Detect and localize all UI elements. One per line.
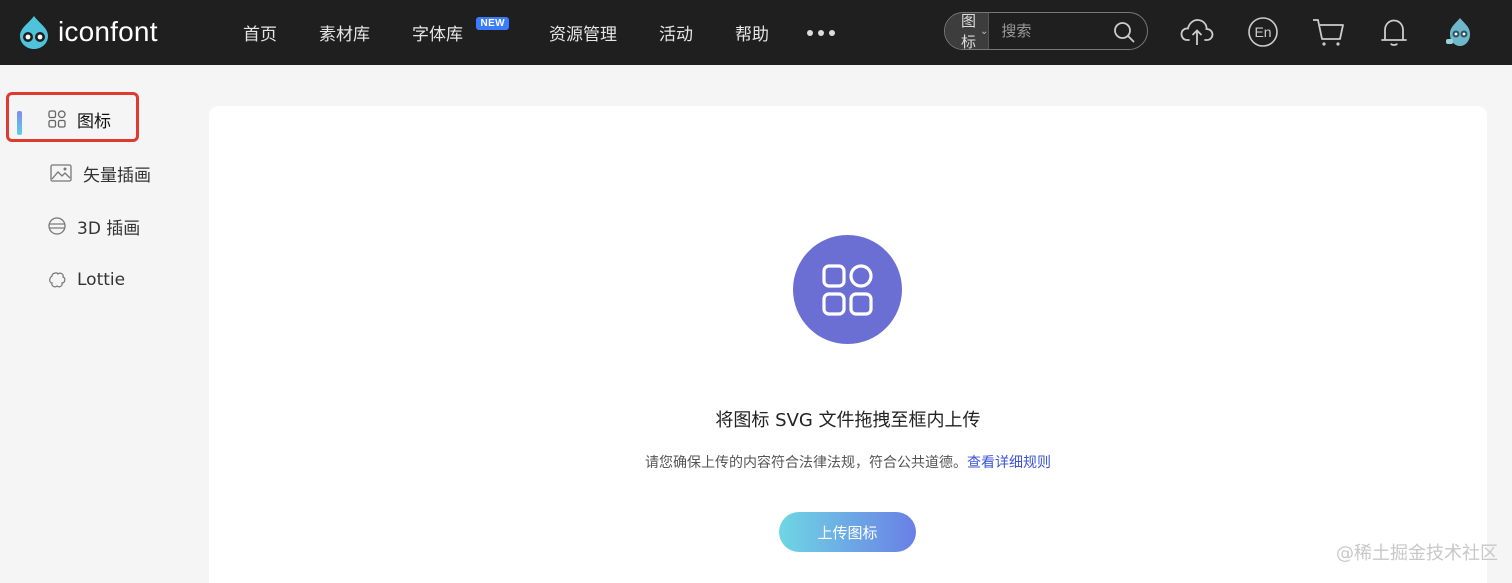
nav-resources[interactable]: 资源管理 xyxy=(549,20,617,45)
nav-fonts[interactable]: 字体库 NEW xyxy=(412,17,509,45)
grid-icon xyxy=(793,235,902,344)
nav-home[interactable]: 首页 xyxy=(243,20,277,45)
image-icon xyxy=(49,163,73,183)
bell-icon[interactable] xyxy=(1376,14,1412,50)
logo-icon xyxy=(20,16,48,49)
watermark: @稀土掘金技术社区 xyxy=(1336,543,1498,564)
more-dots-icon[interactable] xyxy=(807,29,835,36)
search-bar: 图标 ⌄ xyxy=(944,12,1148,50)
upload-icon-button[interactable]: 上传图标 xyxy=(779,512,916,552)
sidebar-item-lottie[interactable]: Lottie xyxy=(47,260,125,300)
rules-link[interactable]: 查看详细规则 xyxy=(967,455,1051,471)
new-badge: NEW xyxy=(476,17,509,30)
sidebar-item-vector-illustration[interactable]: 矢量插画 xyxy=(49,153,151,193)
sidebar-item-label: Lottie xyxy=(77,270,126,290)
sidebar-item-label: 矢量插画 xyxy=(83,165,151,186)
cloud-upload-icon[interactable] xyxy=(1179,14,1215,50)
upload-drop-zone[interactable]: 将图标 SVG 文件拖拽至框内上传 请您确保上传的内容符合法律法规，符合公共道德… xyxy=(209,106,1487,583)
sidebar-item-label: 3D 插画 xyxy=(77,218,141,239)
main-nav: 首页 素材库 字体库 NEW 资源管理 活动 帮助 xyxy=(243,0,835,65)
nav-activities[interactable]: 活动 xyxy=(659,20,693,45)
cart-icon[interactable] xyxy=(1310,14,1346,50)
nav-help[interactable]: 帮助 xyxy=(735,20,769,45)
sidebar: 图标 矢量插画 3D 插画 Lottie xyxy=(0,65,208,583)
iconfont-logo[interactable]: iconfont xyxy=(16,12,158,52)
nav-library[interactable]: 素材库 xyxy=(319,20,370,45)
lottie-icon xyxy=(47,270,67,290)
top-navbar: iconfont 首页 素材库 字体库 NEW 资源管理 活动 帮助 图标 ⌄ … xyxy=(0,0,1512,65)
nav-fonts-label: 字体库 xyxy=(412,25,463,45)
upload-notice: 请您确保上传的内容符合法律法规，符合公共道德。查看详细规则 xyxy=(209,452,1487,472)
language-label: En xyxy=(1254,24,1271,40)
sidebar-item-3d-illustration[interactable]: 3D 插画 xyxy=(47,206,140,246)
language-en-icon[interactable]: En xyxy=(1245,14,1281,50)
highlight-box-sidebar xyxy=(6,92,139,142)
chevron-down-icon: ⌄ xyxy=(980,25,989,37)
sphere-icon xyxy=(47,216,67,236)
search-type-select[interactable]: 图标 ⌄ xyxy=(945,12,990,50)
search-icon[interactable] xyxy=(1113,21,1135,47)
drop-zone-title: 将图标 SVG 文件拖拽至框内上传 xyxy=(715,410,981,431)
logo-text: iconfont xyxy=(58,16,158,47)
upload-notice-text: 请您确保上传的内容符合法律法规，符合公共道德。 xyxy=(645,455,967,471)
avatar[interactable] xyxy=(1442,14,1478,50)
search-type-label: 图标 xyxy=(961,12,977,50)
